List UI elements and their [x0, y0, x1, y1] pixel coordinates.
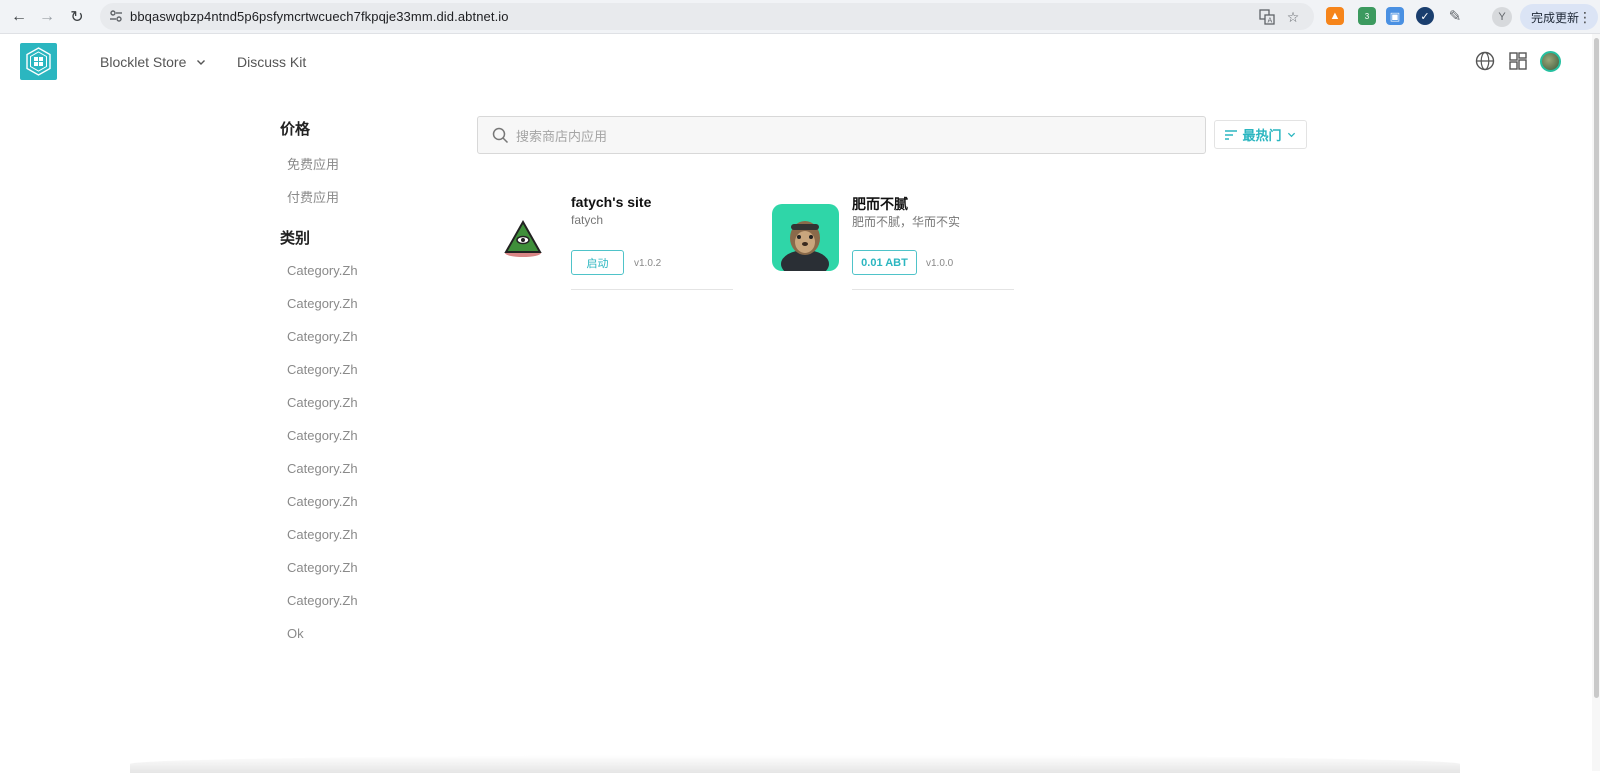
- url-text[interactable]: bbqaswqbzp4ntnd5p6psfymcrtwcuech7fkpqje3…: [130, 9, 509, 24]
- translate-icon[interactable]: A: [1258, 8, 1276, 26]
- category-item[interactable]: Category.Zh: [287, 560, 358, 575]
- chevron-down-icon: [1287, 132, 1295, 138]
- store-search[interactable]: [477, 116, 1206, 154]
- app-version: v1.0.2: [634, 258, 662, 269]
- category-heading: 类别: [280, 230, 311, 247]
- search-input[interactable]: [516, 126, 1176, 146]
- launch-button[interactable]: 启动: [571, 250, 624, 275]
- nav-blocklet-store-label: Blocklet Store: [100, 54, 187, 70]
- check-extension-icon[interactable]: ✓: [1416, 7, 1434, 25]
- metamask-extension-icon[interactable]: ▲: [1326, 7, 1344, 25]
- filter-free-apps[interactable]: 免费应用: [287, 154, 339, 173]
- app-subtitle: fatych: [571, 213, 604, 227]
- card-divider: [571, 289, 733, 290]
- screen-extension-icon[interactable]: ▣: [1386, 7, 1404, 25]
- back-icon[interactable]: ←: [8, 6, 30, 28]
- svg-text:A: A: [1268, 17, 1273, 25]
- blocklet-logo[interactable]: [20, 43, 57, 80]
- nav-discuss-kit[interactable]: Discuss Kit: [237, 54, 306, 70]
- app-version: v1.0.0: [926, 258, 954, 269]
- update-label: 完成更新: [1530, 10, 1579, 25]
- app-subtitle: 肥而不腻，华而不实: [852, 215, 961, 229]
- bookmark-star-icon[interactable]: ☆: [1284, 8, 1302, 26]
- category-item[interactable]: Category.Zh: [287, 395, 358, 410]
- category-item-ok[interactable]: Ok: [287, 626, 304, 641]
- more-menu-icon[interactable]: ⋮: [1578, 9, 1592, 26]
- chevron-down-icon: [196, 54, 206, 70]
- category-item[interactable]: Category.Zh: [287, 593, 358, 608]
- card-divider: [852, 289, 1014, 290]
- site-info-icon[interactable]: [108, 8, 124, 24]
- nav-blocklet-store[interactable]: Blocklet Store: [100, 54, 206, 70]
- app-title[interactable]: fatych's site: [571, 194, 651, 210]
- reload-icon[interactable]: ↻: [66, 6, 88, 28]
- price-heading: 价格: [280, 121, 311, 138]
- address-bar[interactable]: bbqaswqbzp4ntnd5p6psfymcrtwcuech7fkpqje3…: [100, 3, 1314, 30]
- category-item[interactable]: Category.Zh: [287, 494, 358, 509]
- wallet-extension-icon[interactable]: 3: [1358, 7, 1376, 25]
- category-item[interactable]: Category.Zh: [287, 329, 358, 344]
- search-icon: [492, 127, 509, 144]
- sort-label: 最热门: [1242, 128, 1282, 143]
- app-title[interactable]: 肥而不腻: [852, 194, 908, 214]
- category-item[interactable]: Category.Zh: [287, 296, 358, 311]
- category-item[interactable]: Category.Zh: [287, 263, 358, 278]
- app-header: Blocklet Store Discuss Kit: [0, 34, 1592, 90]
- app-icon-fatych[interactable]: [490, 204, 557, 271]
- browser-toolbar: ← → ↻ bbqaswqbzp4ntnd5p6psfymcrtwcuech7f…: [0, 0, 1600, 34]
- globe-language-icon[interactable]: [1474, 50, 1496, 72]
- category-item[interactable]: Category.Zh: [287, 527, 358, 542]
- filter-paid-apps[interactable]: 付费应用: [287, 187, 339, 206]
- scrollbar-thumb[interactable]: [1594, 38, 1599, 698]
- user-avatar[interactable]: [1540, 51, 1561, 72]
- extension-badge: 3: [1364, 11, 1370, 21]
- bottom-overlay-shadow: [130, 755, 1460, 773]
- sort-lines-icon: [1225, 129, 1238, 140]
- forward-icon[interactable]: →: [36, 6, 58, 28]
- category-item[interactable]: Category.Zh: [287, 362, 358, 377]
- extensions-puzzle-icon[interactable]: ✎: [1446, 7, 1464, 25]
- app-icon-sloth[interactable]: [772, 204, 839, 271]
- profile-avatar[interactable]: Y: [1492, 7, 1512, 27]
- buy-price-button[interactable]: 0.01 ABT: [852, 250, 917, 275]
- sort-dropdown[interactable]: 最热门: [1214, 120, 1307, 149]
- category-item[interactable]: Category.Zh: [287, 428, 358, 443]
- update-button[interactable]: 完成更新 ⋮: [1520, 4, 1598, 30]
- apps-grid-icon[interactable]: [1507, 50, 1529, 72]
- category-item[interactable]: Category.Zh: [287, 461, 358, 476]
